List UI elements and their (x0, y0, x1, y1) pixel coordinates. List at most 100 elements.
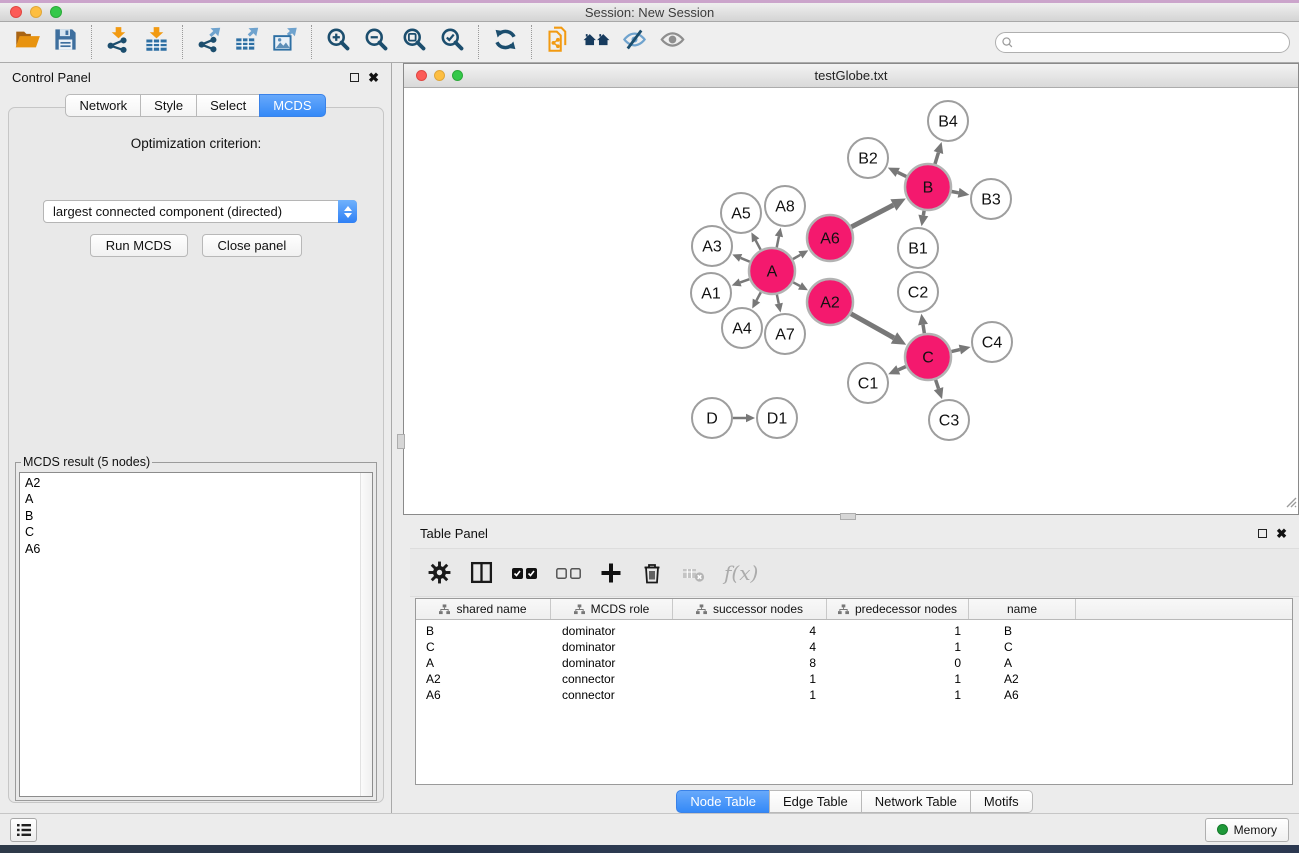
edge-A-A6[interactable] (793, 255, 801, 259)
edge-C-C2[interactable] (923, 325, 924, 334)
run-mcds-button[interactable]: Run MCDS (90, 234, 188, 257)
select-all-button[interactable] (511, 566, 538, 580)
edge-C-C4[interactable] (951, 350, 960, 352)
cell-name[interactable]: A6 (969, 688, 1076, 702)
tab-network-table[interactable]: Network Table (861, 790, 971, 813)
edge-A-A4[interactable] (756, 292, 760, 300)
edge-A-A3[interactable] (741, 258, 750, 262)
cell-name[interactable]: A2 (969, 672, 1076, 686)
edge-A2-C[interactable] (851, 314, 894, 338)
cell-predecessor_nodes[interactable]: 1 (827, 688, 969, 702)
cell-successor_nodes[interactable]: 8 (673, 656, 827, 670)
tab-style[interactable]: Style (140, 94, 197, 117)
deselect-all-button[interactable] (555, 566, 582, 580)
column-header-name[interactable]: name (969, 599, 1076, 619)
edge-A6-B[interactable] (851, 205, 893, 227)
cell-successor_nodes[interactable]: 1 (673, 672, 827, 686)
cell-predecessor_nodes[interactable]: 1 (827, 624, 969, 638)
cell-name[interactable]: C (969, 640, 1076, 654)
mcds-result-list[interactable]: A2ABCA6 (19, 472, 373, 797)
show-columns-button[interactable] (469, 560, 494, 585)
add-column-button[interactable] (599, 561, 623, 585)
table-row[interactable]: Bdominator41B (416, 623, 1292, 639)
zoom-fit-button[interactable] (395, 24, 433, 60)
zoom-in-button[interactable] (319, 24, 357, 60)
cell-successor_nodes[interactable]: 1 (673, 688, 827, 702)
mcds-result-item[interactable]: A2 (25, 475, 372, 491)
home-view-button[interactable] (577, 24, 615, 60)
delete-table-button[interactable] (681, 561, 707, 585)
close-panel-icon[interactable]: ✖ (368, 71, 379, 84)
cell-shared_name[interactable]: A (416, 656, 551, 670)
edge-A-A8[interactable] (777, 236, 779, 247)
cell-predecessor_nodes[interactable]: 1 (827, 640, 969, 654)
delete-column-button[interactable] (640, 561, 664, 585)
network-graph[interactable]: B4B2BB3A8A5A6A3B1AA1C2A2A4A7C4CC1DD1C3 (404, 88, 1298, 514)
float-table-panel-icon[interactable] (1258, 529, 1267, 538)
cell-predecessor_nodes[interactable]: 0 (827, 656, 969, 670)
float-panel-icon[interactable] (350, 73, 359, 82)
cell-predecessor_nodes[interactable]: 1 (827, 672, 969, 686)
table-row[interactable]: A6connector11A6 (416, 687, 1292, 703)
tab-motifs[interactable]: Motifs (970, 790, 1033, 813)
criterion-dropdown[interactable]: largest connected component (directed) (43, 200, 357, 223)
edge-C-C1[interactable] (898, 367, 906, 370)
search-input[interactable] (995, 32, 1290, 53)
mcds-result-item[interactable]: B (25, 508, 372, 524)
splitter-handle-horizontal[interactable] (840, 513, 856, 520)
cell-shared_name[interactable]: A6 (416, 688, 551, 702)
open-session-button[interactable] (8, 24, 46, 60)
close-panel-button[interactable]: Close panel (202, 234, 303, 257)
tab-network[interactable]: Network (65, 94, 141, 117)
resize-grip-icon[interactable] (1284, 495, 1297, 513)
task-history-button[interactable] (10, 818, 37, 842)
mcds-result-item[interactable]: A6 (25, 541, 372, 557)
cell-shared_name[interactable]: C (416, 640, 551, 654)
cell-mcds_role[interactable]: dominator (551, 656, 673, 670)
save-session-button[interactable] (46, 24, 84, 60)
network-canvas[interactable]: B4B2BB3A8A5A6A3B1AA1C2A2A4A7C4CC1DD1C3 (404, 88, 1298, 514)
export-network-button[interactable] (190, 24, 228, 60)
tab-node-table[interactable]: Node Table (676, 790, 770, 813)
edge-A-A1[interactable] (740, 279, 749, 282)
zoom-selected-button[interactable] (433, 24, 471, 60)
edge-C-C3[interactable] (936, 380, 939, 389)
edge-A-A7[interactable] (777, 295, 779, 304)
cell-successor_nodes[interactable]: 4 (673, 640, 827, 654)
export-image-button[interactable] (266, 24, 304, 60)
cell-successor_nodes[interactable]: 4 (673, 624, 827, 638)
close-table-panel-icon[interactable]: ✖ (1276, 527, 1287, 540)
export-table-button[interactable] (228, 24, 266, 60)
cell-mcds_role[interactable]: connector (551, 688, 673, 702)
column-header-successor-nodes[interactable]: successor nodes (673, 599, 827, 619)
network-window-titlebar[interactable]: testGlobe.txt (404, 64, 1298, 88)
import-network-button[interactable] (99, 24, 137, 60)
column-header-predecessor-nodes[interactable]: predecessor nodes (827, 599, 969, 619)
edge-B-B2[interactable] (898, 172, 907, 176)
cell-shared_name[interactable]: A2 (416, 672, 551, 686)
mcds-result-item[interactable]: C (25, 524, 372, 540)
edge-B-B3[interactable] (952, 191, 959, 192)
cell-shared_name[interactable]: B (416, 624, 551, 638)
edge-A-A5[interactable] (756, 240, 761, 249)
table-row[interactable]: Adominator80A (416, 655, 1292, 671)
edge-B-B1[interactable] (923, 211, 924, 216)
column-header-MCDS-role[interactable]: MCDS role (551, 599, 673, 619)
column-header-shared-name[interactable]: shared name (416, 599, 551, 619)
clone-network-button[interactable] (539, 24, 577, 60)
mcds-result-item[interactable]: A (25, 491, 372, 507)
memory-button[interactable]: Memory (1205, 818, 1289, 842)
tab-select[interactable]: Select (196, 94, 260, 117)
show-graphics-details-button[interactable] (653, 24, 691, 60)
splitter-handle-vertical[interactable] (397, 434, 405, 449)
hide-graphics-details-button[interactable] (615, 24, 653, 60)
import-table-button[interactable] (137, 24, 175, 60)
node-table[interactable]: shared nameMCDS rolesuccessor nodesprede… (415, 598, 1293, 785)
cell-name[interactable]: B (969, 624, 1076, 638)
cell-mcds_role[interactable]: connector (551, 672, 673, 686)
table-row[interactable]: Cdominator41C (416, 639, 1292, 655)
function-builder-button[interactable]: f(x) (724, 561, 758, 585)
cell-mcds_role[interactable]: dominator (551, 624, 673, 638)
refresh-button[interactable] (486, 24, 524, 60)
zoom-out-button[interactable] (357, 24, 395, 60)
